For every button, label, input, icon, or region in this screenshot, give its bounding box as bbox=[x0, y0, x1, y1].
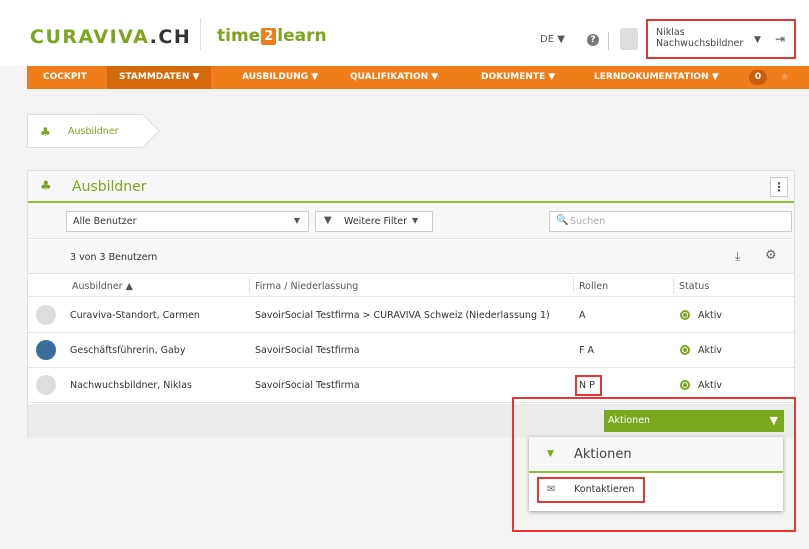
avatar bbox=[36, 340, 56, 360]
gear-icon[interactable]: ⚙ bbox=[765, 248, 777, 263]
column-header-status[interactable]: Status bbox=[679, 281, 709, 292]
user-name: Niklas Nachwuchsbildner bbox=[656, 27, 744, 49]
star-icon[interactable]: ★ bbox=[780, 70, 790, 83]
nav-item-cockpit[interactable]: COCKPIT bbox=[43, 66, 87, 89]
row-roles: N P bbox=[579, 380, 595, 391]
header-divider bbox=[608, 32, 609, 50]
column-divider bbox=[673, 279, 674, 293]
status-active-icon bbox=[680, 345, 690, 355]
table-header: Ausbildner ▲ Firma / Niederlassung Rolle… bbox=[28, 275, 794, 297]
main-nav: COCKPIT STAMMDATEN ▼ AUSBILDUNG ▼ QUALIF… bbox=[27, 66, 809, 89]
row-name[interactable]: Geschäftsführerin, Gaby bbox=[70, 345, 185, 356]
search-icon: 🔍 bbox=[556, 215, 569, 226]
user-menu[interactable]: Niklas Nachwuchsbildner ▼ ⇥ bbox=[646, 19, 796, 59]
row-name[interactable]: Curaviva-Standort, Carmen bbox=[70, 310, 200, 321]
row-status: Aktiv bbox=[698, 380, 722, 391]
row-name[interactable]: Nachwuchsbildner, Niklas bbox=[70, 380, 192, 391]
avatar bbox=[36, 375, 56, 395]
app-header: CURAVIVA.CH time 2 learn DE ▼ ? Niklas Nac… bbox=[0, 0, 809, 66]
logout-icon[interactable]: ⇥ bbox=[775, 32, 785, 46]
row-roles: A bbox=[579, 310, 586, 321]
notification-badge[interactable]: 0 bbox=[749, 70, 767, 85]
count-row: 3 von 3 Benutzern ⤓ ⚙ bbox=[28, 240, 794, 274]
help-icon[interactable]: ? bbox=[587, 34, 599, 46]
product-before: time bbox=[217, 26, 261, 46]
product-digit: 2 bbox=[261, 28, 277, 45]
nav-item-stammdaten[interactable]: STAMMDATEN ▼ bbox=[107, 66, 212, 89]
logo-main: CURAVIVA bbox=[30, 26, 150, 48]
nav-item-qualifikation[interactable]: QUALIFIKATION ▼ bbox=[350, 66, 438, 89]
more-options-button[interactable]: ⋮ bbox=[770, 177, 788, 197]
nav-item-lerndokumentation[interactable]: LERNDOKUMENTATION ▼ bbox=[594, 66, 719, 89]
export-icon[interactable]: ⤓ bbox=[735, 249, 740, 264]
user-group-icon: ♣ bbox=[40, 125, 51, 139]
row-firm: SavoirSocial Testfirma > CURAVIVA Schwei… bbox=[255, 310, 550, 321]
status-active-icon bbox=[680, 380, 690, 390]
user-filter-select[interactable]: Alle Benutzer ▼ bbox=[66, 211, 309, 232]
actions-highlight bbox=[512, 397, 796, 532]
filter-icon: ▼ bbox=[324, 215, 332, 226]
panel-header: ♣ Ausbildner ⋮ bbox=[28, 171, 794, 203]
chevron-down-icon[interactable]: ▼ bbox=[754, 35, 761, 45]
logo-divider bbox=[200, 18, 201, 50]
row-status: Aktiv bbox=[698, 310, 722, 321]
breadcrumb-item-ausbildner[interactable]: Ausbildner bbox=[68, 126, 119, 137]
chevron-down-icon: ▼ bbox=[412, 216, 419, 225]
column-divider bbox=[249, 279, 250, 293]
more-filter-label: Weitere Filter bbox=[344, 216, 407, 227]
column-header-roles[interactable]: Rollen bbox=[579, 281, 608, 292]
curaviva-logo[interactable]: CURAVIVA.CH bbox=[30, 26, 191, 48]
user-filter-value: Alle Benutzer bbox=[73, 216, 137, 227]
breadcrumb: ♣ Ausbildner bbox=[27, 114, 143, 148]
search-box: 🔍 bbox=[549, 211, 792, 232]
more-filter-button[interactable]: ▼ Weitere Filter ▼ bbox=[315, 211, 433, 232]
search-input[interactable] bbox=[570, 214, 780, 229]
column-divider bbox=[573, 279, 574, 293]
user-group-icon: ♣ bbox=[40, 179, 52, 194]
language-select[interactable]: DE ▼ bbox=[540, 34, 565, 45]
table-row[interactable]: Geschäftsführerin, Gaby SavoirSocial Tes… bbox=[28, 333, 794, 368]
column-header-firm[interactable]: Firma / Niederlassung bbox=[255, 281, 358, 292]
filter-row: Alle Benutzer ▼ ▼ Weitere Filter ▼ 🔍 bbox=[28, 205, 794, 239]
status-active-icon bbox=[680, 310, 690, 320]
nav-item-ausbildung[interactable]: AUSBILDUNG ▼ bbox=[242, 66, 318, 89]
logo-suffix: .CH bbox=[149, 26, 192, 48]
user-count: 3 von 3 Benutzern bbox=[70, 252, 158, 263]
row-firm: SavoirSocial Testfirma bbox=[255, 380, 360, 391]
user-avatar bbox=[620, 28, 638, 50]
row-firm: SavoirSocial Testfirma bbox=[255, 345, 360, 356]
nav-item-dokumente[interactable]: DOKUMENTE ▼ bbox=[481, 66, 555, 89]
chevron-down-icon: ▼ bbox=[293, 216, 300, 225]
row-roles: F A bbox=[579, 345, 594, 356]
row-status: Aktiv bbox=[698, 345, 722, 356]
table-row[interactable]: Curaviva-Standort, Carmen SavoirSocial T… bbox=[28, 298, 794, 333]
product-after: learn bbox=[277, 26, 327, 46]
time2learn-logo[interactable]: time 2 learn bbox=[217, 26, 327, 46]
panel-title: Ausbildner bbox=[72, 179, 147, 195]
column-header-name[interactable]: Ausbildner ▲ bbox=[72, 281, 133, 292]
avatar bbox=[36, 305, 56, 325]
